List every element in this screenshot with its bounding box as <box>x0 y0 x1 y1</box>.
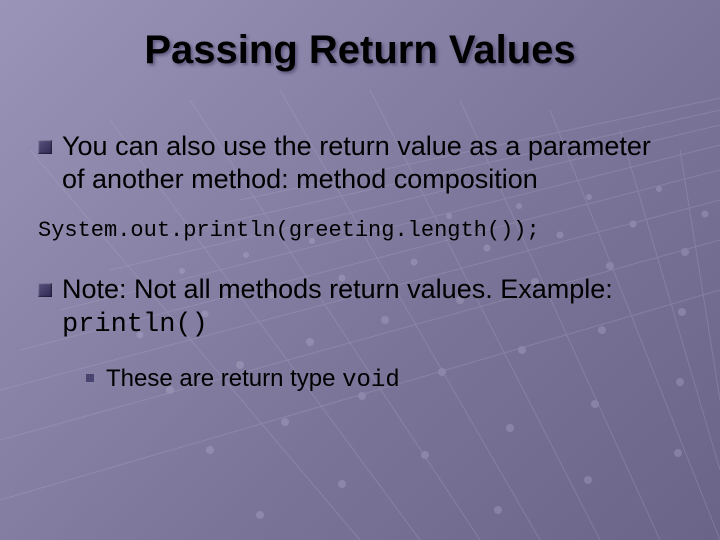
code-example: System.out.println(greeting.length()); <box>38 218 680 243</box>
square-bullet-icon <box>38 140 52 154</box>
bullet-text-2: Note: Not all methods return values. Exa… <box>62 273 680 342</box>
bullet-2-code: println() <box>62 310 208 340</box>
slide-title: Passing Return Values <box>0 28 720 73</box>
bullet-item-1: You can also use the return value as a p… <box>38 130 680 196</box>
small-square-bullet-icon <box>86 374 94 382</box>
sub-code: void <box>342 367 400 394</box>
slide-body: You can also use the return value as a p… <box>38 130 680 396</box>
bullet-text-1: You can also use the return value as a p… <box>62 130 680 196</box>
sub-bullet-item: These are return type void <box>86 364 680 396</box>
bullet-item-2: Note: Not all methods return values. Exa… <box>38 273 680 342</box>
slide: Passing Return Values You can also use t… <box>0 0 720 540</box>
sub-prefix: These are return type <box>106 365 342 392</box>
sub-bullet-text: These are return type void <box>106 364 400 396</box>
bullet-2-prefix: Note: Not all methods return values. Exa… <box>62 274 613 304</box>
square-bullet-icon <box>38 283 52 297</box>
